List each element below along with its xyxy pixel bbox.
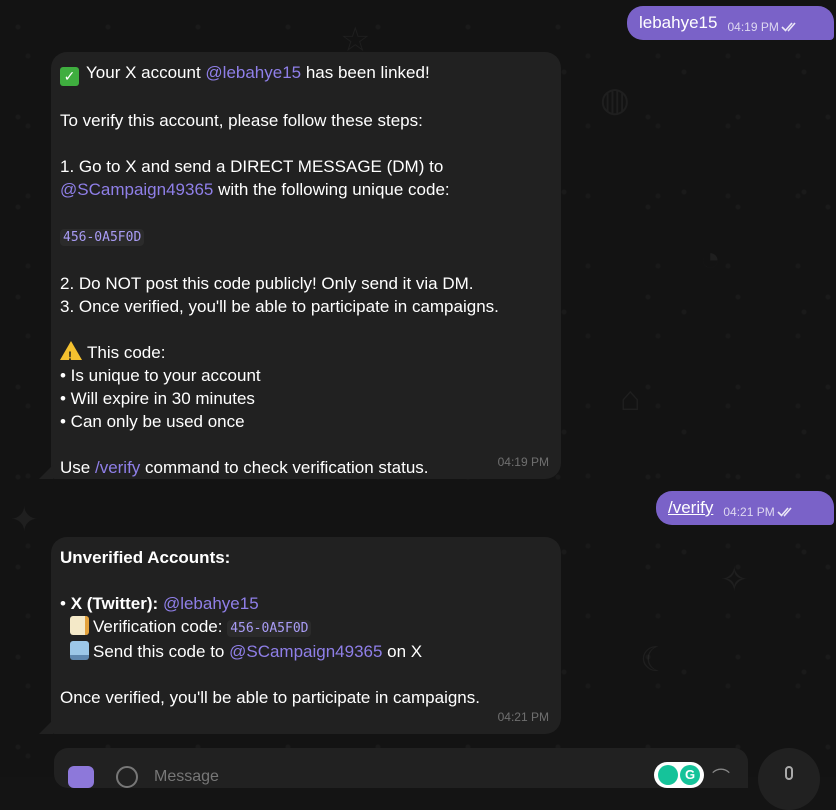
message-line: 2. Do NOT post this code publicly! Only … [60, 274, 474, 293]
incoming-message-unverified-accounts[interactable]: Unverified Accounts: • X (Twitter): @leb… [51, 537, 561, 734]
verification-code[interactable]: 456-0A5F0D [60, 229, 145, 246]
message-line: Verification code: 456-0A5F0D [60, 615, 549, 640]
mention-link[interactable]: @lebahye15 [163, 594, 259, 613]
message-time: 04:21 PM [497, 710, 549, 724]
mention-link[interactable]: @SCampaign49365 [229, 642, 382, 661]
doodle-sparkle-icon: ✦ [10, 501, 39, 539]
check-mark-emoji-icon: ✓ [60, 67, 79, 86]
double-check-icon [781, 22, 796, 32]
message-meta: 04:19 PM [727, 20, 798, 34]
command-link[interactable]: /verify [95, 458, 140, 477]
bot-menu-button[interactable] [68, 766, 94, 788]
message-line: • X (Twitter): @lebahye15 [60, 594, 259, 613]
grammarly-plus-icon[interactable] [658, 765, 678, 785]
message-line: ! This code: [60, 341, 549, 364]
message-line: @SCampaign49365 with the following uniqu… [60, 180, 450, 199]
paperclip-icon[interactable]: ⌒ [712, 764, 730, 790]
mention-link[interactable]: @lebahye15 [205, 63, 301, 82]
microphone-button[interactable] [758, 748, 820, 810]
message-line: To verify this account, please follow th… [60, 111, 423, 130]
message-line: 1. Go to X and send a DIRECT MESSAGE (DM… [60, 157, 444, 176]
incoming-message-link-result[interactable]: ✓ Your X account @lebahye15 has been link… [51, 52, 561, 479]
outgoing-message[interactable]: /verify 04:21 PM [656, 491, 834, 525]
emoji-icon[interactable] [116, 766, 138, 788]
inbox-tray-emoji-icon [70, 641, 89, 660]
mention-link[interactable]: @SCampaign49365 [60, 180, 213, 199]
microphone-icon [785, 766, 793, 780]
message-line: 456-0A5F0D [60, 224, 549, 249]
warning-emoji-icon: ! [60, 341, 82, 363]
message-time: 04:19 PM [497, 455, 549, 469]
outgoing-message[interactable]: lebahye15 04:19 PM [627, 6, 834, 40]
message-time: 04:19 PM [727, 20, 779, 34]
message-line: • Will expire in 30 minutes [60, 389, 255, 408]
message-input[interactable]: Message [154, 768, 219, 786]
message-line: Once verified, you'll be able to partici… [60, 688, 480, 707]
doodle-dome-icon: ⌂ [620, 380, 641, 418]
message-composer: Message G ⌒ [54, 748, 748, 788]
doodle-moon-icon: ☾ [640, 641, 671, 679]
verification-code[interactable]: 456-0A5F0D [227, 620, 312, 637]
message-text: lebahye15 [639, 13, 718, 32]
message-line: • Can only be used once [60, 412, 245, 431]
message-meta: 04:21 PM [723, 505, 794, 519]
message-line: ✓ Your X account @lebahye15 has been link… [60, 61, 549, 86]
grammarly-widget[interactable]: G [654, 762, 704, 788]
double-check-icon [777, 507, 792, 517]
message-line: • Is unique to your account [60, 366, 261, 385]
message-line: Send this code to @SCampaign49365 on X [60, 640, 549, 663]
doodle-rocket-icon: ✧ [720, 561, 749, 599]
message-text: /verify [668, 498, 714, 517]
memo-emoji-icon [70, 616, 89, 635]
message-time: 04:21 PM [723, 505, 775, 519]
message-line: Use /verify command to check verificatio… [60, 458, 429, 477]
doodle-cat-icon: ◔ [700, 240, 721, 278]
message-line: 3. Once verified, you'll be able to part… [60, 297, 499, 316]
message-title: Unverified Accounts: [60, 548, 231, 567]
doodle-planet-icon: ◍ [600, 81, 630, 119]
grammarly-icon[interactable]: G [680, 765, 700, 785]
